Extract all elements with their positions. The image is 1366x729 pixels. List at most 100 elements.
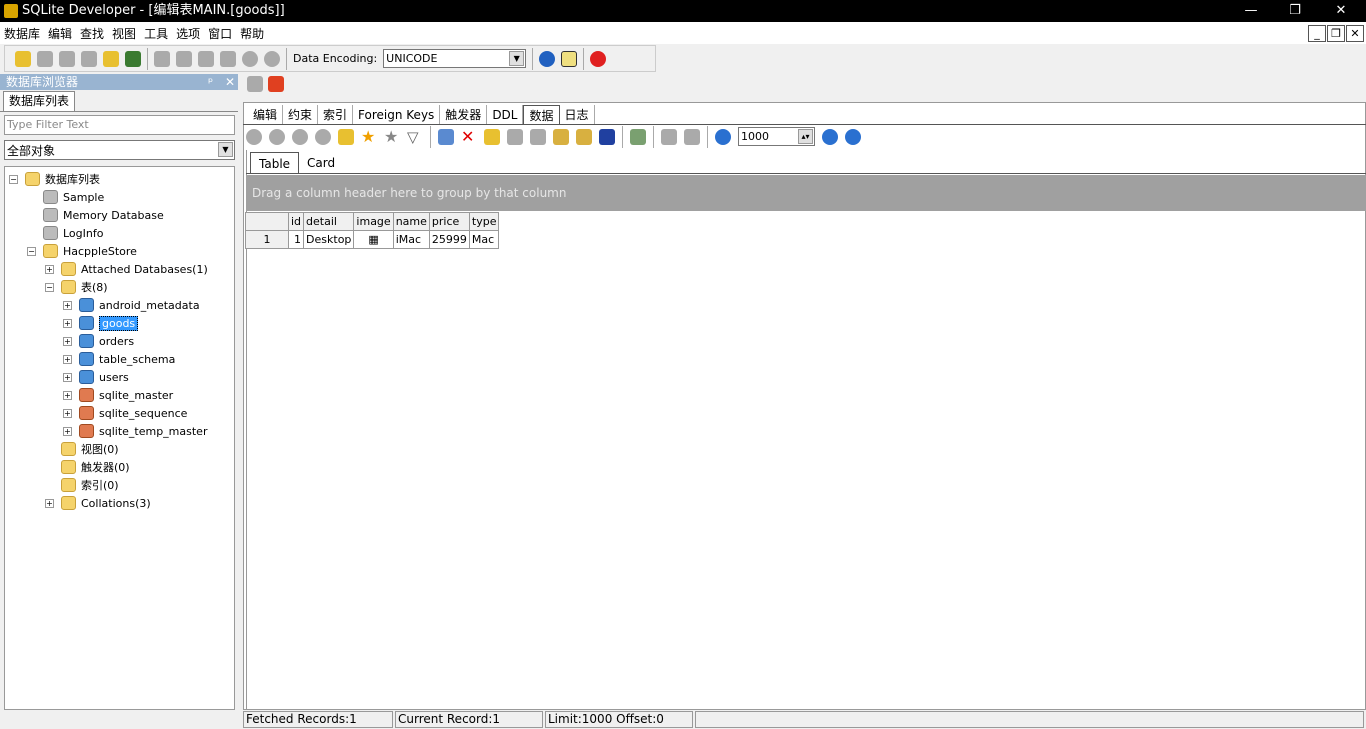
filter-icon[interactable]: ▽	[407, 129, 423, 145]
tree-item[interactable]: sqlite_sequence	[79, 404, 187, 422]
cell-name[interactable]: iMac	[392, 230, 430, 249]
table-row[interactable]: 1 1 Desktop ▦ iMac 25999 Mac	[245, 230, 500, 249]
tab-triggers[interactable]: 触发器	[440, 105, 488, 125]
add-record-icon[interactable]	[484, 128, 500, 145]
tree-item[interactable]: orders	[79, 332, 134, 350]
expand-icon[interactable]: +	[45, 265, 54, 274]
home-icon[interactable]	[561, 50, 578, 67]
tree-item[interactable]: HacppleStore	[43, 242, 137, 260]
add-database-icon[interactable]	[15, 50, 31, 67]
column-header[interactable]: type	[468, 212, 500, 231]
cell-detail[interactable]: Desktop	[303, 230, 355, 249]
tree-item[interactable]: Attached Databases(1)	[61, 260, 208, 278]
tree-item[interactable]: Memory Database	[43, 206, 164, 224]
expand-icon[interactable]: +	[63, 337, 72, 346]
mdi-close-button[interactable]: ✕	[1346, 25, 1364, 42]
cut-icon[interactable]	[154, 50, 170, 67]
import-icon[interactable]	[553, 128, 569, 145]
menu-view[interactable]: 视图	[112, 25, 136, 42]
tree-item[interactable]: 索引(0)	[61, 476, 119, 494]
tree-item[interactable]: users	[79, 368, 129, 386]
tab-data[interactable]: 数据	[523, 105, 560, 125]
tree-item[interactable]: goods	[79, 314, 139, 332]
collapse-icon[interactable]: −	[9, 175, 18, 184]
menu-edit[interactable]: 编辑	[48, 25, 72, 42]
tree-item[interactable]: table_schema	[79, 350, 175, 368]
cell-type[interactable]: Mac	[468, 230, 500, 249]
column-header[interactable]: image	[353, 212, 394, 231]
tree-item[interactable]: 触发器(0)	[61, 458, 130, 476]
menu-find[interactable]: 查找	[80, 25, 104, 42]
tree-item[interactable]: LogInfo	[43, 224, 103, 242]
exit-icon[interactable]	[590, 50, 607, 67]
spin-icon[interactable]: ▴▾	[798, 129, 813, 144]
close-button[interactable]: ✕	[1318, 0, 1364, 22]
tree-item[interactable]: sqlite_master	[79, 386, 173, 404]
column-header[interactable]: detail	[303, 212, 355, 231]
remove-database-icon[interactable]	[37, 50, 53, 67]
paste-icon[interactable]	[198, 50, 214, 67]
next-page-icon[interactable]	[822, 128, 838, 145]
pin-icon[interactable]: ᵖ	[208, 74, 213, 90]
connect-icon[interactable]	[59, 50, 75, 67]
object-filter-select[interactable]: 全部对象 ▼	[4, 140, 235, 160]
print-preview-icon[interactable]	[661, 128, 677, 145]
print-icon[interactable]	[684, 128, 700, 145]
column-header[interactable]: price	[428, 212, 470, 231]
find-icon[interactable]	[338, 128, 354, 145]
filter-input[interactable]: Type Filter Text	[4, 115, 235, 135]
expand-icon[interactable]: +	[63, 391, 72, 400]
group-by-area[interactable]: Drag a column header here to group by th…	[246, 175, 1366, 211]
panel-close-icon[interactable]: ✕	[225, 74, 235, 90]
tree-item[interactable]: Sample	[43, 188, 104, 206]
expand-icon[interactable]: +	[45, 499, 54, 508]
tab-card[interactable]: Card	[299, 152, 343, 174]
tree-item[interactable]: android_metadata	[79, 296, 200, 314]
tree-item[interactable]: sqlite_temp_master	[79, 422, 207, 440]
tab-foreign-keys[interactable]: Foreign Keys	[353, 105, 441, 125]
prev-record-icon[interactable]	[269, 128, 285, 145]
tab-indexes[interactable]: 索引	[318, 105, 354, 125]
menu-help[interactable]: 帮助	[240, 25, 264, 42]
cell-price[interactable]: 25999	[428, 230, 470, 249]
expand-icon[interactable]: +	[63, 301, 72, 310]
last-record-icon[interactable]	[315, 128, 331, 145]
tab-database-list[interactable]: 数据库列表	[3, 91, 75, 111]
cell-id[interactable]: 1	[287, 230, 305, 249]
tree-item[interactable]: 数据库列表	[25, 170, 100, 188]
column-header[interactable]: name	[392, 212, 430, 231]
database-icon[interactable]	[103, 50, 119, 67]
row-number[interactable]: 1	[245, 230, 289, 249]
export-icon[interactable]	[576, 128, 592, 145]
restore-button[interactable]: ❐	[1272, 0, 1318, 22]
collapse-icon[interactable]: −	[45, 283, 54, 292]
expand-icon[interactable]: +	[63, 427, 72, 436]
send-icon[interactable]	[630, 128, 646, 145]
menu-database[interactable]: 数据库	[4, 25, 40, 42]
edit-record-icon[interactable]	[507, 128, 523, 145]
minimize-button[interactable]: —	[1228, 0, 1274, 22]
refresh-icon[interactable]	[530, 128, 546, 145]
column-header[interactable]: id	[287, 212, 305, 231]
help-icon[interactable]	[539, 50, 556, 67]
menu-tools[interactable]: 工具	[144, 25, 168, 42]
delete-record-icon[interactable]: ✕	[461, 128, 477, 145]
expand-icon[interactable]: +	[63, 319, 72, 328]
next-record-icon[interactable]	[292, 128, 308, 145]
tab-constraints[interactable]: 约束	[283, 105, 319, 125]
copy-record-icon[interactable]	[438, 128, 454, 145]
star-icon[interactable]: ★	[361, 128, 377, 145]
tree-item[interactable]: Collations(3)	[61, 494, 151, 512]
mdi-minimize-button[interactable]: _	[1308, 25, 1326, 42]
tab-table[interactable]: Table	[250, 152, 300, 174]
tree-item[interactable]: 视图(0)	[61, 440, 119, 458]
save-icon[interactable]	[599, 128, 615, 145]
mdi-restore-button[interactable]: ❐	[1327, 25, 1345, 42]
copy-icon[interactable]	[176, 50, 192, 67]
memory-icon[interactable]	[125, 50, 141, 67]
delete-icon[interactable]	[220, 50, 236, 67]
tab-ddl[interactable]: DDL	[487, 105, 524, 125]
limit-stepper[interactable]: 1000 ▴▾	[738, 127, 815, 146]
tab-edit[interactable]: 编辑	[248, 105, 284, 125]
tab-log[interactable]: 日志	[560, 105, 595, 125]
